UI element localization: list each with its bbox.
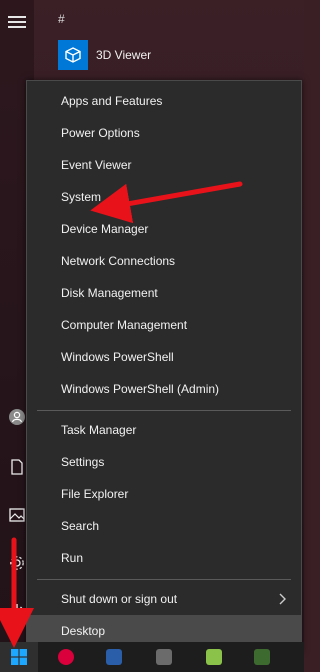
hamburger-menu-icon[interactable] [8,16,26,28]
3d-viewer-icon [58,40,88,70]
settings-gear-icon[interactable] [8,554,26,572]
menu-item-power-options[interactable]: Power Options [27,117,301,149]
menu-item-apps-and-features[interactable]: Apps and Features [27,85,301,117]
win-x-context-menu: Apps and Features Power Options Event Vi… [26,80,302,652]
power-icon[interactable] [8,602,26,620]
menu-separator [37,579,291,580]
windows-logo-icon [11,649,27,665]
app-group-header[interactable]: # [58,12,65,26]
menu-item-run[interactable]: Run [27,542,301,574]
menu-item-windows-powershell-admin[interactable]: Windows PowerShell (Admin) [27,373,301,405]
documents-icon[interactable] [8,458,26,476]
user-account-icon[interactable] [8,408,26,426]
menu-item-disk-management[interactable]: Disk Management [27,277,301,309]
app-label: 3D Viewer [96,48,152,62]
app-3d-viewer[interactable]: 3D Viewer [58,40,151,70]
taskbar [0,642,304,672]
start-button[interactable] [0,642,38,672]
menu-item-file-explorer[interactable]: File Explorer [27,478,301,510]
taskbar-app-icon[interactable] [156,649,172,665]
taskbar-app-icon[interactable] [58,649,74,665]
pictures-icon[interactable] [8,506,26,524]
chevron-right-icon [279,593,286,605]
menu-item-computer-management[interactable]: Computer Management [27,309,301,341]
menu-item-shut-down-or-sign-out[interactable]: Shut down or sign out [27,583,301,615]
menu-item-device-manager[interactable]: Device Manager [27,213,301,245]
menu-item-system[interactable]: System [27,181,301,213]
menu-item-network-connections[interactable]: Network Connections [27,245,301,277]
menu-item-event-viewer[interactable]: Event Viewer [27,149,301,181]
taskbar-app-icon[interactable] [106,649,122,665]
menu-item-search[interactable]: Search [27,510,301,542]
menu-item-windows-powershell[interactable]: Windows PowerShell [27,341,301,373]
menu-separator [37,410,291,411]
taskbar-app-icon[interactable] [206,649,222,665]
menu-item-task-manager[interactable]: Task Manager [27,414,301,446]
menu-item-settings[interactable]: Settings [27,446,301,478]
taskbar-app-icon[interactable] [254,649,270,665]
